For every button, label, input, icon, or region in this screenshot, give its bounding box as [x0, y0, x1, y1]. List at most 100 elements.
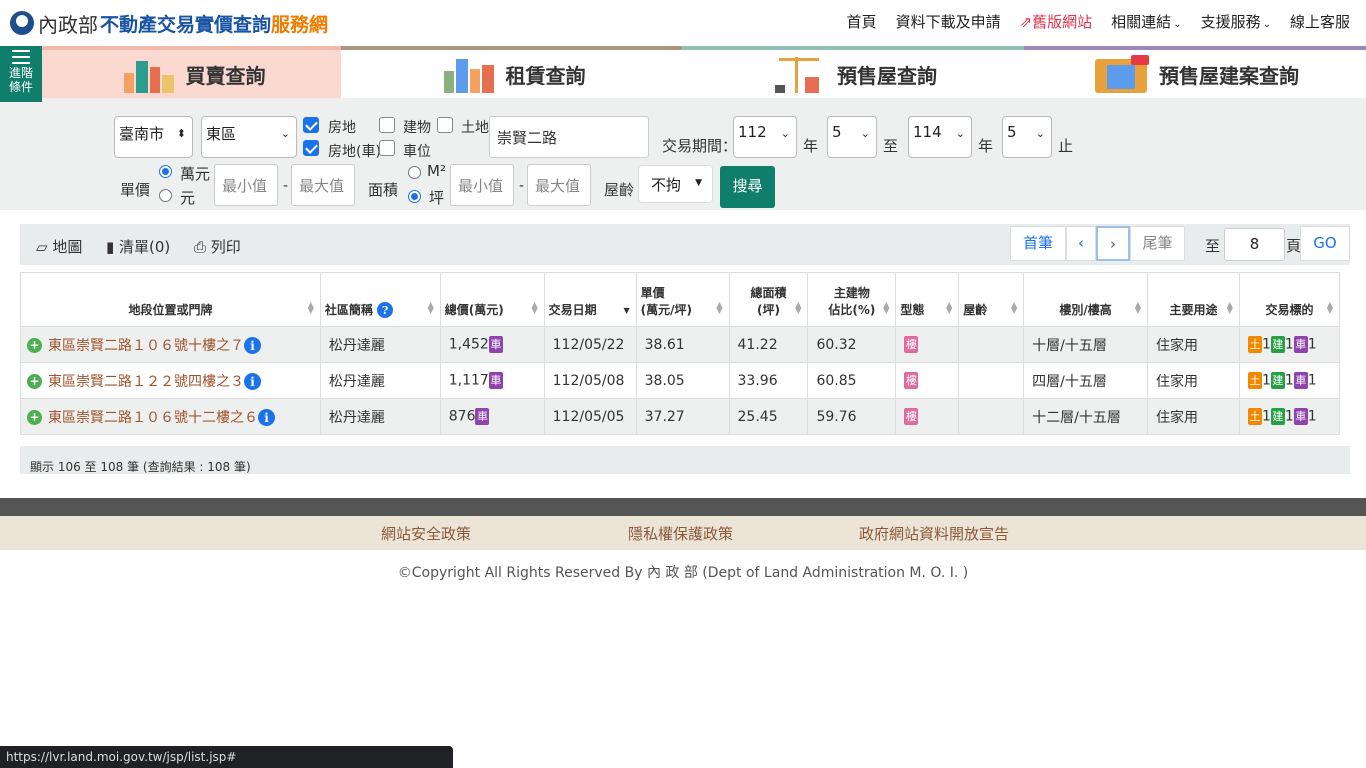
prev-page-button[interactable]: ‹ — [1066, 226, 1096, 261]
help-icon[interactable]: ? — [377, 302, 394, 318]
col-date[interactable]: 交易日期 ▼ — [543, 272, 637, 327]
link-security-policy[interactable]: 網站安全政策 — [381, 523, 471, 544]
price-max-input[interactable]: 最大值 — [291, 164, 355, 206]
col-unit-price[interactable]: 單價 (萬元/坪) ▲ ▼ — [635, 272, 730, 327]
area-min-input[interactable]: 最小值 — [450, 164, 514, 206]
table-row[interactable]: + 東區崇賢二路１０６號十樓之７ i 松丹達麗 1,452 車 112/05/22 38.61… — [20, 326, 1341, 363]
table-row[interactable]: + 東區崇賢二路１０６號十二樓之６ i 松丹達麗 876 車 112/05/05 37.27 2… — [20, 398, 1341, 435]
from-month-select[interactable]: 5 ⌄ — [827, 116, 877, 158]
radio-unit-yuan[interactable] — [159, 189, 172, 202]
col-type[interactable]: 型態 ▲ ▼ — [895, 272, 960, 327]
info-icon[interactable]: i — [258, 409, 275, 426]
label-land: 土地 — [461, 120, 489, 136]
col-address[interactable]: 地段位置或門牌 ▲ ▼ — [20, 272, 321, 327]
page-input[interactable]: 8 — [1224, 228, 1285, 261]
radio-unit-wan[interactable] — [159, 165, 172, 178]
city-select[interactable]: 臺南市 ⬍ — [114, 116, 193, 158]
expand-icon[interactable]: + — [27, 410, 42, 425]
cell-address[interactable]: + 東區崇賢二路１０６號十二樓之６ i — [20, 398, 321, 435]
link-open-data[interactable]: 政府網站資料開放宣告 — [859, 523, 1009, 544]
label-house-land: 房地 — [328, 120, 356, 136]
caret-down-icon: ▼ — [695, 178, 702, 188]
cell-community: 松丹達麗 — [319, 398, 441, 435]
link-privacy-policy[interactable]: 隱私權保護政策 — [628, 523, 733, 544]
sort-icon: ▲ ▼ — [307, 300, 314, 315]
cell-target: 土1建1車1 — [1238, 398, 1341, 435]
nav-old-site[interactable]: ⇗舊版網站 — [1020, 11, 1093, 32]
from-year-select[interactable]: 112 ⌄ — [733, 116, 797, 158]
checkbox-building[interactable] — [379, 117, 395, 133]
info-icon[interactable]: i — [244, 373, 261, 390]
to-year-select[interactable]: 114 ⌄ — [908, 116, 972, 158]
chevron-down-icon: ⌄ — [1173, 19, 1182, 30]
info-icon[interactable]: i — [244, 337, 261, 354]
expand-icon[interactable]: + — [27, 374, 42, 389]
tab-rent-label: 租賃查詢 — [505, 63, 586, 88]
policy-bar: 網站安全政策 隱私權保護政策 政府網站資料開放宣告 — [0, 516, 1366, 550]
col-target[interactable]: 交易標的 ▲ ▼ — [1238, 272, 1341, 327]
next-page-button[interactable]: › — [1096, 226, 1130, 261]
nav-related-links[interactable]: 相關連結 ⌄ — [1111, 11, 1181, 32]
tab-presale[interactable]: 預售屋查詢 — [682, 46, 1024, 98]
land-badge: 土 — [1247, 336, 1262, 353]
nav-download[interactable]: 資料下載及申請 — [896, 11, 1001, 32]
chevron-down-icon: ⌄ — [860, 127, 870, 140]
col-use[interactable]: 主要用途 ▲ ▼ — [1147, 272, 1240, 327]
nav-home[interactable]: 首頁 — [847, 11, 877, 32]
to-label: 至 — [883, 137, 899, 155]
col-floor[interactable]: 樓別/樓高 ▲ ▼ — [1023, 272, 1149, 327]
checkbox-house-land-parking[interactable] — [303, 140, 319, 156]
sort-desc-icon: ▼ — [623, 306, 630, 315]
type-badge: 樓 — [904, 408, 919, 425]
tab-sale[interactable]: 買賣查詢 — [42, 46, 341, 98]
chevron-down-icon: ⌄ — [955, 127, 965, 140]
tab-presale-project[interactable]: 預售屋建案查詢 — [1024, 46, 1366, 98]
col-age[interactable]: 屋齡 ▲ ▼ — [958, 272, 1025, 327]
advanced-filter-button[interactable]: 進階 條件 — [0, 46, 42, 102]
site-logo[interactable]: 內政部 不動產交易實價查詢服務網 — [10, 8, 328, 38]
checkbox-house-land[interactable] — [303, 117, 319, 133]
parking-badge: 車 — [1293, 336, 1308, 353]
col-main-ratio[interactable]: 主建物 佔比(%) ▲ ▼ — [807, 272, 897, 327]
list-button[interactable]: ▮ 清單(0) — [106, 236, 170, 257]
tab-rent[interactable]: 租賃查詢 — [341, 46, 682, 98]
col-community[interactable]: 社區簡稱 ? ▲ ▼ — [319, 272, 441, 327]
to-month-select[interactable]: 5 ⌄ — [1002, 116, 1052, 158]
checkbox-parking[interactable] — [379, 140, 395, 156]
label-building: 建物 — [403, 120, 431, 136]
col-total-price[interactable]: 總價(萬元) ▲ ▼ — [439, 272, 545, 327]
table-row[interactable]: + 東區崇賢二路１２２號四樓之３ i 松丹達麗 1,117 車 112/05/08 38.05… — [20, 362, 1341, 399]
nav-support[interactable]: 支援服務 ⌄ — [1201, 11, 1271, 32]
district-select[interactable]: 東區 ⌄ — [201, 116, 297, 158]
cell-target: 土1建1車1 — [1238, 326, 1341, 363]
search-button[interactable]: 搜尋 — [720, 166, 775, 208]
print-button[interactable]: ⎙ 列印 — [194, 236, 241, 257]
cell-age — [958, 398, 1025, 435]
cell-address[interactable]: + 東區崇賢二路１２２號四樓之３ i — [20, 362, 321, 399]
checkbox-land[interactable] — [437, 117, 453, 133]
map-icon: ▱ — [36, 238, 53, 256]
area-max-input[interactable]: 最大值 — [527, 164, 591, 206]
footer-divider — [0, 498, 1366, 516]
first-page-button[interactable]: 首筆 — [1010, 226, 1066, 261]
price-min-input[interactable]: 最小值 — [214, 164, 278, 206]
label-unit-yuan: 元 — [180, 189, 196, 207]
cell-address[interactable]: + 東區崇賢二路１０６號十樓之７ i — [20, 326, 321, 363]
nav-online-service[interactable]: 線上客服 — [1290, 11, 1350, 32]
go-button[interactable]: GO — [1300, 226, 1350, 261]
age-dropdown[interactable]: 不拘 ▼ — [638, 165, 713, 203]
col-area[interactable]: 總面積 (坪) ▲ ▼ — [728, 272, 809, 327]
goto-label: 至 — [1205, 237, 1221, 255]
cell-type: 樓 — [895, 398, 960, 435]
moi-emblem-icon — [10, 11, 34, 35]
radio-area-ping[interactable] — [408, 190, 421, 203]
last-page-button[interactable]: 尾筆 — [1130, 226, 1185, 261]
expand-icon[interactable]: + — [27, 338, 42, 353]
radio-area-m2[interactable] — [408, 166, 421, 179]
page-unit-label: 頁 — [1286, 237, 1302, 255]
print-icon: ⎙ — [194, 238, 211, 256]
map-button[interactable]: ▱ 地圖 — [36, 236, 82, 257]
cell-total: 1,452 車 — [439, 326, 545, 363]
road-input[interactable]: 崇賢二路 — [489, 116, 649, 158]
sort-icon: ▲ ▼ — [1134, 300, 1142, 315]
